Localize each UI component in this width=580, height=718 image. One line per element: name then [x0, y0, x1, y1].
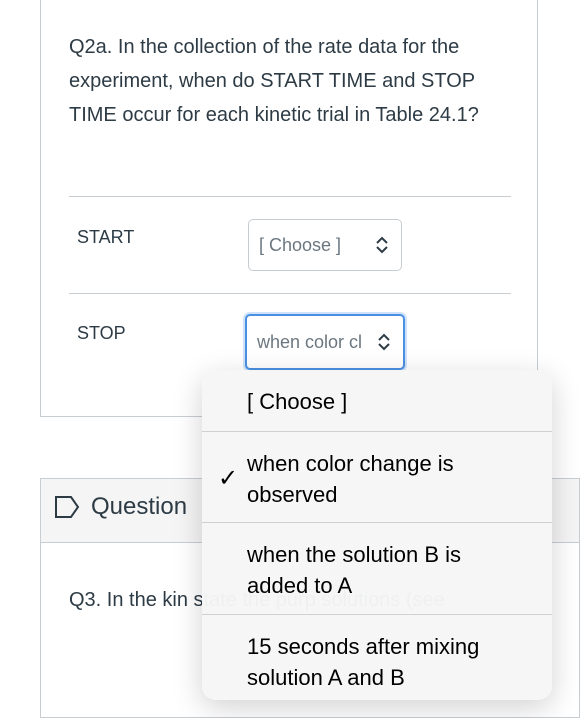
stop-label: STOP: [77, 323, 126, 343]
divider: [69, 293, 511, 294]
divider: [202, 614, 552, 615]
divider: [202, 522, 552, 523]
divider: [202, 431, 552, 432]
stop-select[interactable]: when color cl: [245, 314, 405, 370]
start-label: START: [77, 227, 135, 247]
start-select-value: [ Choose ]: [259, 234, 342, 255]
chevron-up-down-icon: [376, 236, 388, 254]
divider: [69, 196, 511, 197]
option-label: when the solution B is added to A: [247, 542, 462, 598]
chevron-up-down-icon: [378, 333, 390, 351]
question-flag-icon[interactable]: [53, 493, 81, 521]
question-card: Q2a. In the collection of the rate data …: [40, 0, 538, 417]
question-title: Question: [91, 493, 188, 520]
question-text: Q2a. In the collection of the rate data …: [69, 36, 479, 126]
start-select[interactable]: [ Choose ]: [248, 219, 402, 271]
dropdown-menu: [ Choose ] ✓ when color change is observ…: [202, 370, 552, 700]
option-label: when color change is observed: [247, 451, 454, 507]
checkmark-icon: ✓: [218, 465, 239, 492]
stop-select-value: when color cl: [257, 331, 363, 352]
option-label: 15 seconds after mixing solution A and B: [247, 634, 480, 690]
option-label: [ Choose ]: [247, 389, 348, 414]
